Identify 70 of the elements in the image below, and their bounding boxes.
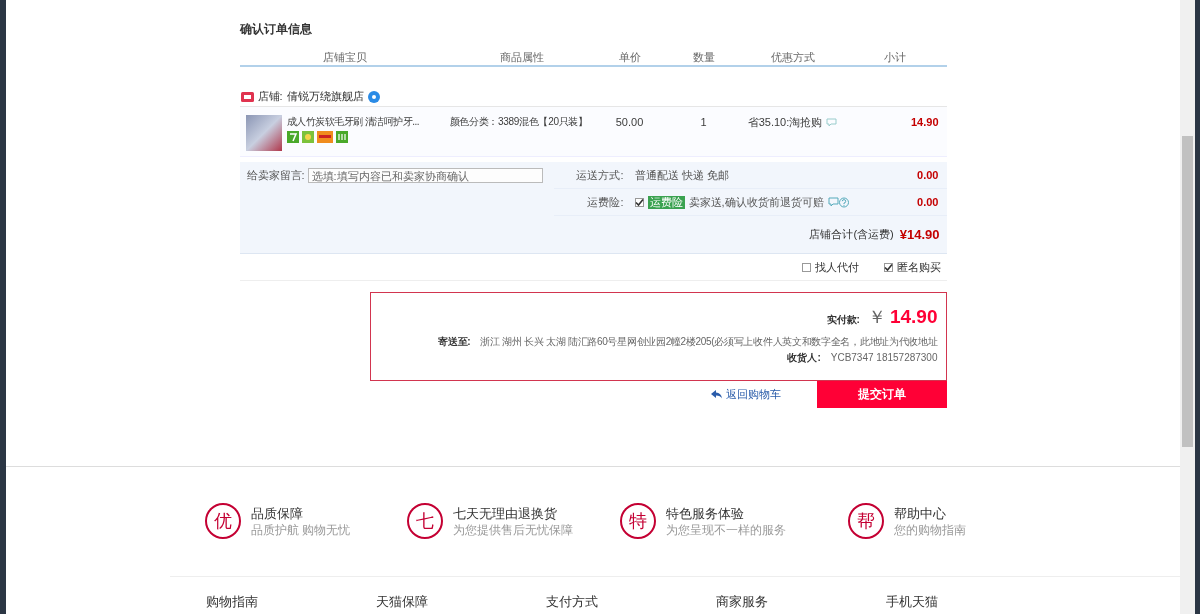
- payment-amount: 14.90: [889, 306, 938, 328]
- footer-link[interactable]: 支付方式: [546, 594, 716, 609]
- guarantee-title[interactable]: 帮助中心: [894, 504, 966, 522]
- subtotal: 14.90: [909, 115, 939, 129]
- insurance-label: 运费险:: [586, 194, 624, 210]
- currency-symbol: ￥: [867, 306, 886, 329]
- footer-link[interactable]: 商家服务: [716, 594, 886, 609]
- insurance-text: 卖家送,确认收货前退货可赔: [688, 194, 824, 210]
- seven-day-icon: [286, 131, 299, 143]
- guarantee-title[interactable]: 品质保障: [251, 504, 351, 522]
- message-field[interactable]: 选填:填写内容已和卖家协商确认: [307, 168, 543, 183]
- guarantee-subtitle: 为您呈现不一样的服务: [666, 521, 786, 538]
- card-icon: [316, 131, 333, 143]
- scrollbar[interactable]: [1180, 0, 1195, 614]
- guarantee-title[interactable]: 特色服务体验: [666, 504, 786, 522]
- footer-link[interactable]: 天猫保障: [376, 594, 546, 609]
- column-header: 小计: [882, 50, 907, 65]
- check-icon: [634, 197, 644, 207]
- guarantee-badge: 特: [620, 503, 656, 539]
- footer-link[interactable]: 购物指南: [206, 594, 376, 609]
- comment-icon: [826, 117, 838, 127]
- badge-icon: [301, 131, 314, 143]
- recipient-label: 收货人:: [787, 352, 821, 363]
- unit-price: 50.00: [614, 115, 645, 129]
- shipping-label: 运送方式:: [575, 167, 624, 183]
- shop-total-label: 店铺合计(含运费): [809, 227, 894, 242]
- insurance-tag: 运费险: [647, 195, 685, 209]
- product-attribute: 颜色分类：3389混色【20只装】: [449, 115, 589, 129]
- payment-label: 实付款:: [826, 313, 860, 327]
- submit-order-button[interactable]: 提交订单: [816, 381, 947, 408]
- insurance-amount: 0.00: [916, 196, 940, 208]
- column-header: 单价: [617, 50, 642, 65]
- back-arrow-icon: [710, 390, 722, 399]
- address-label: 寄送至:: [438, 335, 471, 349]
- product-image[interactable]: [245, 115, 282, 151]
- footer-link[interactable]: 手机天猫: [886, 594, 1056, 609]
- store-icon: [240, 91, 254, 102]
- product-title[interactable]: 成人竹炭软毛牙刷 清洁呵护牙...: [286, 115, 420, 129]
- column-header: 数量: [691, 50, 716, 65]
- guarantee-subtitle: 为您提供售后无忧保障: [453, 521, 573, 538]
- guarantee-subtitle: 您的购物指南: [894, 521, 966, 538]
- guarantee-title[interactable]: 七天无理由退换货: [453, 504, 573, 522]
- shop-label: 店铺:: [257, 89, 283, 104]
- checkbox[interactable]: [801, 262, 811, 272]
- column-header: 店铺宝贝: [321, 50, 368, 65]
- checkbox[interactable]: [634, 197, 644, 207]
- column-header: 商品属性: [499, 50, 545, 65]
- shipping-address: 浙江 湖州 长兴 太湖 陆汇路60号星网创业园2幢2楼205(必须写上收件人英文和数字全名，此地址为代收地址: [480, 335, 938, 349]
- shop-name[interactable]: 倩锐万绕旗舰店: [286, 89, 364, 104]
- back-to-cart-link[interactable]: 返回购物车: [710, 387, 781, 402]
- option-label[interactable]: 匿名购买: [896, 259, 941, 275]
- badge-icon: [335, 131, 348, 143]
- check-icon: [883, 262, 893, 272]
- checkbox[interactable]: [883, 262, 893, 272]
- option-label[interactable]: 找人代付: [814, 259, 859, 275]
- shipping-method[interactable]: 普通配送 快递 免邮: [634, 167, 887, 183]
- scrollbar-thumb[interactable]: [1182, 136, 1193, 447]
- promotion: 省35.10:淘抢购: [747, 114, 823, 130]
- shop-total: ¥14.90: [899, 227, 940, 242]
- guarantee-badge: 七: [407, 503, 443, 539]
- guarantee-badge: 优: [205, 503, 241, 539]
- help-icon: [827, 196, 850, 208]
- column-header: 优惠方式: [769, 50, 816, 65]
- quantity: 1: [699, 115, 708, 129]
- message-label: 给卖家留言:: [246, 168, 305, 183]
- guarantee-badge: 帮: [848, 503, 884, 539]
- recipient: YCB7347 18157287300: [830, 352, 938, 363]
- shipping-amount: 0.00: [916, 169, 940, 181]
- guarantee-subtitle: 品质护航 购物无忧: [251, 521, 351, 538]
- section-title: 确认订单信息: [239, 21, 313, 38]
